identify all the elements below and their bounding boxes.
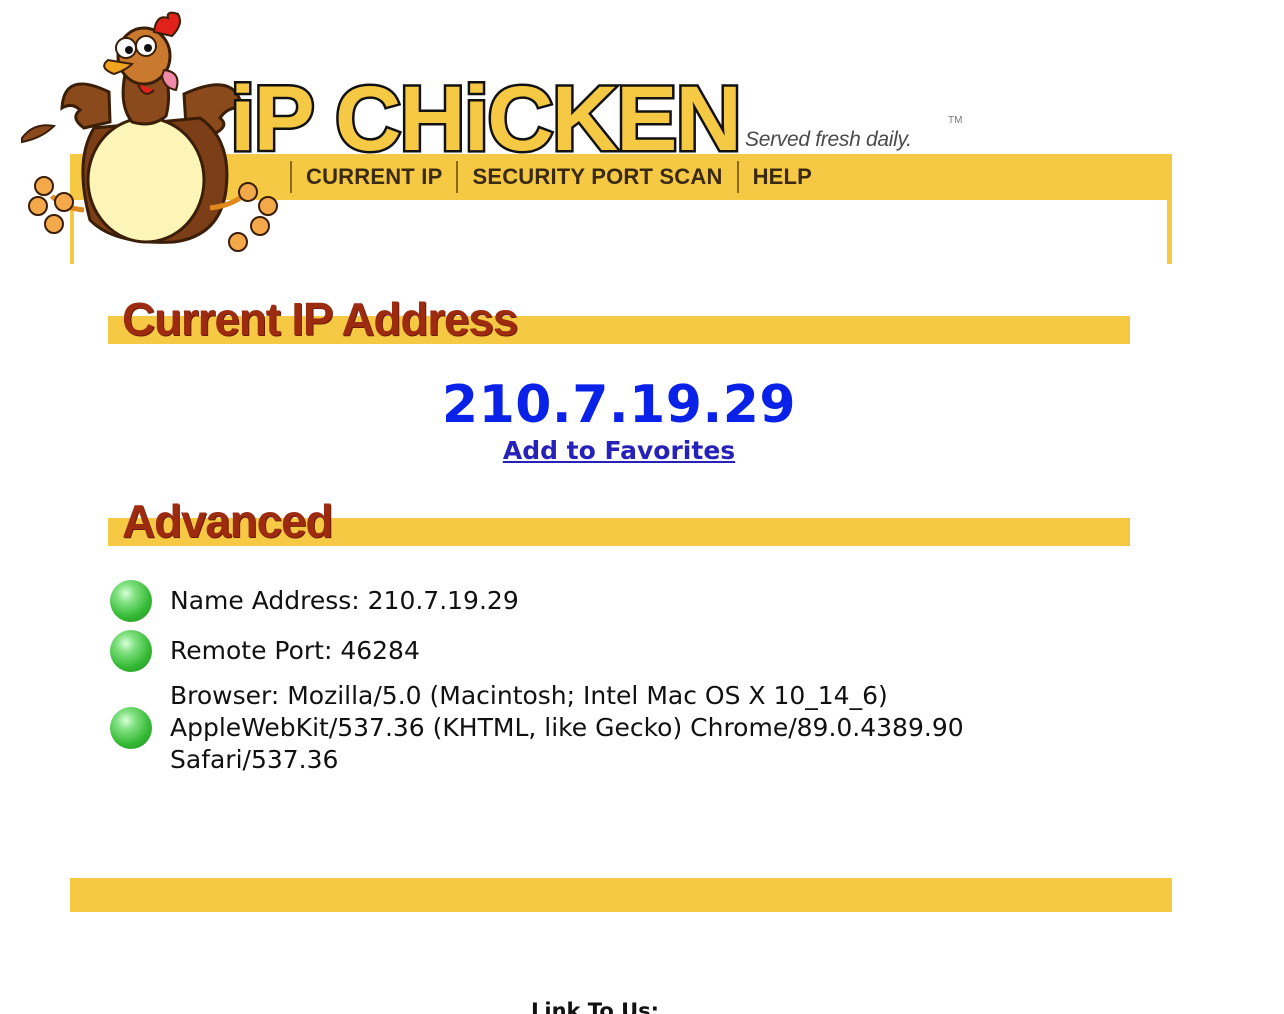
green-ball-icon <box>110 707 152 749</box>
list-item: Name Address: 210.7.19.29 <box>110 580 1110 622</box>
ip-block: 210.7.19.29 Add to Favorites <box>0 374 1238 465</box>
list-item: Browser: Mozilla/5.0 (Macintosh; Intel M… <box>110 680 1110 776</box>
svg-text:iP CHiCKEN: iP CHiCKEN <box>230 68 740 162</box>
tagline: Served fresh daily. <box>745 128 912 151</box>
link-to-us-label: Link To Us: <box>530 999 660 1014</box>
footer-bar <box>70 878 1172 912</box>
advanced-title: Advanced <box>122 495 333 547</box>
ipchicken-page: iP CHiCKEN Served fresh daily. TM CURREN… <box>0 0 1284 1014</box>
main-nav: CURRENT IP SECURITY PORT SCAN HELP <box>290 160 826 194</box>
trademark-mark: TM <box>948 115 963 126</box>
add-to-favorites-link[interactable]: Add to Favorites <box>503 436 735 465</box>
ip-address-value: 210.7.19.29 <box>441 375 797 435</box>
nav-security-port-scan[interactable]: SECURITY PORT SCAN <box>458 164 736 190</box>
advanced-heading: Advanced <box>108 486 1130 546</box>
remote-port-text: Remote Port: 46284 <box>170 636 420 665</box>
list-item: Remote Port: 46284 <box>110 630 1110 672</box>
current-ip-title: Current IP Address <box>122 293 518 345</box>
nav-help[interactable]: HELP <box>739 164 826 190</box>
browser-text: Browser: Mozilla/5.0 (Macintosh; Intel M… <box>170 681 964 774</box>
green-ball-icon <box>110 630 152 672</box>
nav-current-ip[interactable]: CURRENT IP <box>292 164 456 190</box>
advanced-list: Name Address: 210.7.19.29 Remote Port: 4… <box>110 580 1110 784</box>
ipchicken-logo: iP CHiCKEN <box>228 66 745 162</box>
current-ip-heading: Current IP Address <box>108 284 1130 344</box>
green-ball-icon <box>110 580 152 622</box>
name-address-text: Name Address: 210.7.19.29 <box>170 586 519 615</box>
header-right-rule <box>1167 200 1172 264</box>
